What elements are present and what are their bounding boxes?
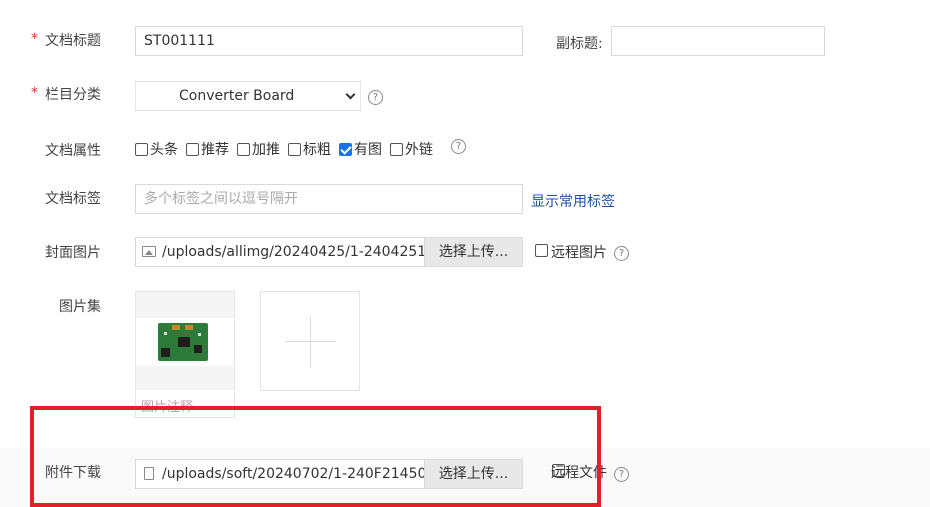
gallery-label: 图片集: [59, 299, 101, 315]
image-icon: [142, 246, 156, 257]
remote-image-checkbox[interactable]: [535, 244, 548, 257]
cover-upload-button[interactable]: 选择上传...: [424, 238, 522, 266]
attribute-option-bold[interactable]: 标粗: [288, 139, 331, 159]
category-select[interactable]: Converter Board: [135, 81, 361, 111]
show-common-tags-link[interactable]: 显示常用标签: [531, 191, 615, 211]
doc-title-input[interactable]: ST001111: [135, 26, 523, 56]
attribute-option-label: 标粗: [303, 142, 331, 158]
attribute-option-external-link[interactable]: 外链: [390, 139, 433, 159]
plus-icon: [286, 341, 336, 342]
help-icon[interactable]: ?: [451, 139, 466, 154]
required-mark: *: [31, 85, 38, 101]
attribute-option-has-image[interactable]: 有图: [339, 139, 382, 159]
attribute-option-boost[interactable]: 加推: [237, 139, 280, 159]
checkbox[interactable]: [186, 142, 199, 156]
checkbox[interactable]: [288, 142, 301, 156]
attribute-option-recommend[interactable]: 推荐: [186, 139, 229, 159]
checkbox[interactable]: [390, 142, 403, 156]
attribute-option-label: 外链: [405, 142, 433, 158]
gallery-item[interactable]: 图片注释: [135, 291, 235, 418]
attribute-checkbox-group: 头条 推荐 加推 标粗 有图 外链: [135, 139, 441, 159]
attribute-option-headline[interactable]: 头条: [135, 139, 178, 159]
cover-path-field[interactable]: /uploads/allimg/20240425/1-2404251349 选择…: [135, 237, 523, 267]
attribute-option-label: 头条: [150, 142, 178, 158]
subtitle-label: 副标题:: [556, 36, 603, 52]
subtitle-input[interactable]: [611, 26, 825, 56]
doc-title-value: ST001111: [144, 33, 215, 49]
chevron-down-icon: [345, 89, 356, 100]
doc-title-label: 文档标题: [45, 33, 101, 49]
checkbox[interactable]: [237, 142, 250, 156]
tags-placeholder: 多个标签之间以逗号隔开: [144, 191, 298, 207]
attributes-label: 文档属性: [45, 143, 101, 159]
remote-image-label: 远程图片: [551, 245, 607, 261]
required-mark: *: [31, 31, 38, 47]
cover-label: 封面图片: [45, 245, 101, 261]
attribute-option-label: 有图: [354, 142, 382, 158]
cover-path-value: /uploads/allimg/20240425/1-2404251349: [162, 244, 453, 260]
circuit-board-thumbnail: [158, 323, 208, 361]
tags-label: 文档标签: [45, 191, 101, 207]
add-image-button[interactable]: [260, 291, 360, 391]
help-icon[interactable]: ?: [614, 246, 629, 261]
help-icon[interactable]: ?: [614, 467, 629, 482]
checkbox[interactable]: [135, 142, 148, 156]
help-icon[interactable]: ?: [368, 90, 383, 105]
checkbox-checked[interactable]: [339, 142, 352, 156]
attribute-option-label: 推荐: [201, 142, 229, 158]
attribute-option-label: 加推: [252, 142, 280, 158]
tags-input[interactable]: 多个标签之间以逗号隔开: [135, 184, 523, 214]
category-selected-value: Converter Board: [179, 88, 295, 104]
highlight-box: [30, 406, 601, 507]
category-label: 栏目分类: [45, 87, 101, 103]
